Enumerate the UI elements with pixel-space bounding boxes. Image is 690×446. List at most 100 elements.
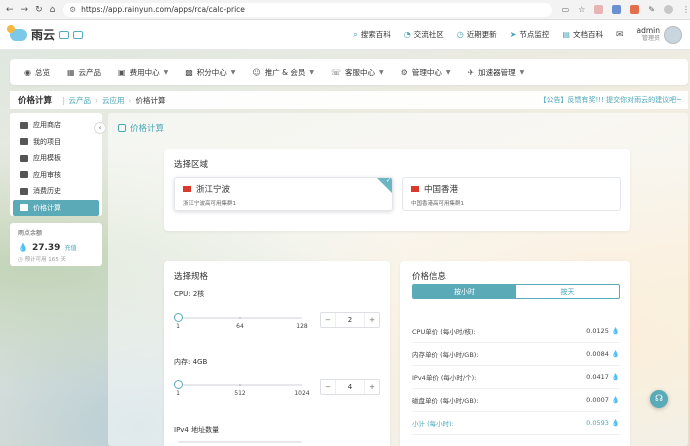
main-nav: ◉ 总览 ▦ 云产品 ▣ 费用中心 ▼ ▩ 积分中心 ▼ ☺ 推广 & 会员 ▼ ☏ 客服中心 ▼ … (10, 59, 688, 85)
user-icon: ☺ (252, 67, 261, 77)
address-text: https://app.rainyun.com/apps/rca/calc-pr… (81, 5, 245, 14)
sidebar-item-app-store[interactable]: 应用商店 (13, 117, 99, 134)
ipv4-slider-track[interactable] (178, 441, 302, 443)
breadcrumb-link[interactable]: 云产品 (69, 95, 92, 106)
nav-cloud-products[interactable]: ▦ 云产品 (67, 67, 101, 78)
avatar[interactable] (664, 25, 682, 44)
chevron-left-icon: ‹ (98, 124, 102, 132)
recharge-link[interactable]: 充值 (64, 243, 76, 252)
brand-name: 雨云 (31, 28, 56, 42)
menu-icon[interactable]: ⋮ (682, 5, 690, 14)
flag-cn-icon (183, 186, 191, 192)
profile-icon[interactable] (664, 5, 673, 14)
header-link-community[interactable]: ◔ 交流社区 (404, 29, 444, 40)
browser-toolbar: ← → ↻ ⌂ ⚙ https://app.rainyun.com/apps/r… (0, 0, 690, 20)
grid-icon: ▦ (66, 67, 75, 77)
nav-points[interactable]: ▩ 积分中心 ▼ (185, 67, 235, 78)
chevron-down-icon: ▼ (163, 68, 169, 76)
nav-accelerator[interactable]: ✈ 加速器管理 ▼ (467, 67, 524, 78)
collapse-sidebar-button[interactable]: ‹ (94, 122, 106, 134)
mem-tick: 1 (176, 390, 180, 397)
cpu-value[interactable]: 2 (335, 313, 365, 327)
header-link-monitor[interactable]: ➤ 节点监控 (510, 29, 550, 40)
user-role: 管理员 (641, 34, 660, 42)
nav-billing[interactable]: ▣ 费用中心 ▼ (118, 67, 168, 78)
minus-icon[interactable]: − (321, 383, 335, 391)
price-card: 价格信息 按小时 按天 CPU单价 (每小时/核): 0.0125 💧 内存单价 (… (400, 261, 630, 446)
region-title: 选择区域 (174, 160, 209, 170)
forward-icon[interactable]: → (21, 5, 29, 15)
mem-slider-thumb[interactable] (173, 380, 183, 389)
mem-value[interactable]: 4 (335, 380, 365, 394)
bookmark-icon[interactable]: ☆ (578, 5, 585, 14)
breadcrumb-current: 价格计算 (135, 95, 166, 105)
sidebar-item-price-calc[interactable]: 价格计算 (13, 199, 99, 216)
mem-stepper[interactable]: − 4 + (320, 379, 380, 395)
raindrop-icon: 💧 (611, 327, 620, 335)
region-option-hongkong[interactable]: 中国香港 中国香港高可用集群1 (402, 177, 621, 211)
region-option-ningbo[interactable]: 浙江宁波 浙江宁波高可用集群1 ✓ (174, 177, 393, 211)
sidebar-item-history[interactable]: 消费历史 (13, 183, 99, 200)
cpu-slider-thumb[interactable] (174, 313, 184, 322)
chevron-down-icon: ▼ (445, 68, 451, 76)
home-icon[interactable]: ⌂ (50, 5, 56, 15)
dashboard-icon: ◉ (24, 67, 31, 77)
raindrop-icon: 💧 (611, 396, 620, 404)
extension-icon[interactable] (612, 5, 622, 14)
extension-icon[interactable] (594, 5, 604, 14)
help-float-button[interactable]: ☊ (650, 390, 668, 408)
nav-overview[interactable]: ◉ 总览 (24, 67, 50, 78)
billing-period-tabs: 按小时 按天 (412, 284, 620, 299)
puzzle-icon[interactable]: ✎ (648, 5, 655, 14)
price-row-memory: 内存单价 (每小时/GB): 0.0084 💧 (412, 343, 620, 366)
ipv4-label: IPv4 地址数量 (174, 426, 220, 434)
raindrop-icon: 💧 (18, 243, 28, 252)
sidebar-item-my-projects[interactable]: 我的项目 (13, 134, 99, 151)
header-link-updates[interactable]: ◷ 近期更新 (457, 29, 497, 40)
header-link-docs[interactable]: ▤ 文档百科 (562, 29, 603, 40)
spec-title: 选择规格 (174, 272, 209, 282)
plus-icon[interactable]: + (365, 316, 379, 324)
template-icon (20, 154, 28, 162)
switch-view-icon[interactable] (59, 30, 70, 39)
price-row-cpu: CPU单价 (每小时/核): 0.0125 💧 (412, 320, 620, 343)
flag-hk-icon (411, 186, 419, 192)
nav-admin[interactable]: ⚙ 管理中心 ▼ (401, 67, 451, 78)
announcement[interactable]: 【公告】反馈有奖!!! 提交你对雨云的建议吧~ (539, 95, 688, 105)
reload-icon[interactable]: ↻ (35, 5, 43, 15)
tab-daily[interactable]: 按天 (516, 285, 619, 298)
mail-icon[interactable]: ✉ (616, 30, 624, 40)
site-info-icon[interactable]: ⚙ (69, 5, 76, 14)
wallet-icon: ▣ (118, 67, 126, 77)
nav-support[interactable]: ☏ 客服中心 ▼ (331, 67, 384, 78)
chat-icon: ◔ (403, 30, 411, 39)
main-content: 价格计算 选择区域 浙江宁波 浙江宁波高可用集群1 ✓ 中国香港 中国香港高可用… (108, 113, 688, 446)
theme-icon[interactable] (73, 30, 84, 39)
cpu-stepper[interactable]: − 2 + (320, 312, 380, 328)
plus-icon[interactable]: + (365, 383, 379, 391)
sidebar: 应用商店 我的项目 应用模板 应用审核 消费历史 价格计算 (10, 113, 102, 216)
chevron-down-icon: ▼ (379, 68, 384, 76)
address-bar[interactable]: ⚙ https://app.rainyun.com/apps/rca/calc-… (63, 2, 552, 17)
chevron-down-icon: ▼ (230, 68, 236, 76)
brand-logo[interactable]: 雨云 (0, 24, 110, 43)
sidebar-item-templates[interactable]: 应用模板 (13, 150, 99, 167)
price-row-subtotal: 小计 (每小时): 0.0593 💧 (412, 412, 620, 435)
history-icon (20, 187, 28, 195)
balance-amount: 27.39 (31, 243, 61, 253)
nav-promotion[interactable]: ☺ 推广 & 会员 ▼ (252, 67, 314, 78)
balance-estimate: 预计可用 165 天 (24, 257, 67, 263)
minus-icon[interactable]: − (321, 316, 335, 324)
page-title: 价格计算 (18, 96, 53, 106)
header-link-search[interactable]: ⌕ 搜索百科 (353, 29, 390, 40)
sidebar-item-review[interactable]: 应用审核 (13, 167, 99, 184)
breadcrumb-link[interactable]: 云应用 (102, 95, 125, 106)
cloud-logo-icon (7, 24, 27, 41)
extension-icon[interactable] (630, 5, 640, 14)
user-menu[interactable]: admin 管理员 (637, 25, 682, 44)
back-icon[interactable]: ← (6, 5, 14, 15)
tab-hourly[interactable]: 按小时 (413, 285, 516, 298)
support-icon: ☊ (655, 394, 663, 404)
rocket-icon: ✈ (467, 67, 475, 77)
cast-icon[interactable]: ▭ (562, 5, 570, 14)
